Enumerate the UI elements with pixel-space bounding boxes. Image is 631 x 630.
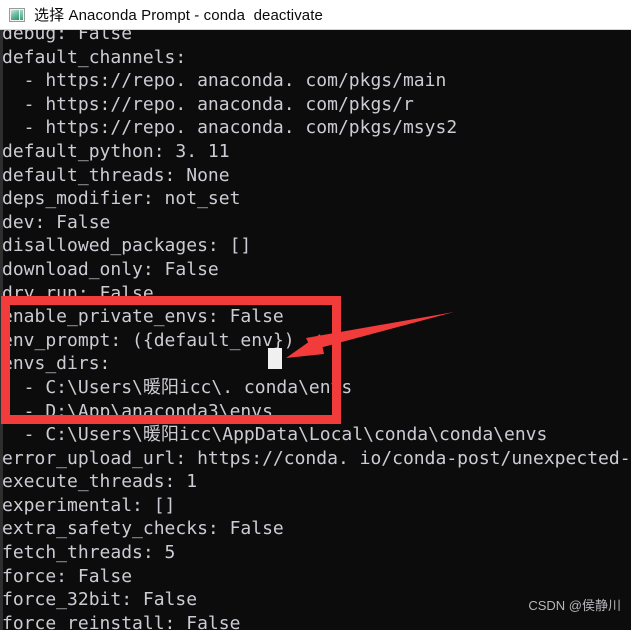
window-titlebar: 选择 Anaconda Prompt - conda deactivate xyxy=(0,0,631,30)
console-line: default_python: 3. 11 xyxy=(2,140,230,162)
window-title: 选择 Anaconda Prompt - conda deactivate xyxy=(34,7,323,24)
watermark: CSDN @侯静川 xyxy=(528,598,621,613)
console-line: enable_private_envs: False xyxy=(2,306,284,328)
text-cursor xyxy=(268,348,282,369)
console-line: deps_modifier: not_set xyxy=(2,188,241,210)
console-line: - C:\Users\暖阳icc\AppData\Local\conda\con… xyxy=(2,424,548,446)
console-line: extra_safety_checks: False xyxy=(2,518,284,540)
console-line: - D:\App\anaconda3\envs xyxy=(2,400,273,422)
console-line: env_prompt: ({default_env}) xyxy=(2,329,295,351)
console-line: debug: False xyxy=(2,30,133,44)
console-line: default_channels: xyxy=(2,46,187,68)
console-line: force_reinstall: False xyxy=(2,612,241,630)
console-icon-bar xyxy=(20,9,23,20)
console-icon-screen xyxy=(11,9,19,20)
console-line: error_upload_url: https://conda. io/cond… xyxy=(2,447,631,469)
console-window-icon xyxy=(9,7,25,22)
console-line: experimental: [] xyxy=(2,494,176,516)
console-line: dry_run: False xyxy=(2,282,154,304)
console-line: download_only: False xyxy=(2,258,219,280)
console-line: envs_dirs: xyxy=(2,353,111,375)
console-line: default_threads: None xyxy=(2,164,230,186)
console-line: disallowed_packages: [] xyxy=(2,235,252,257)
console-output-area[interactable]: debug: False default_channels: - https://… xyxy=(0,30,631,630)
console-line: fetch_threads: 5 xyxy=(2,542,176,564)
console-line: - https://repo. anaconda. com/pkgs/r xyxy=(2,93,414,115)
console-line: - https://repo. anaconda. com/pkgs/msys2 xyxy=(2,117,458,139)
console-line: force: False xyxy=(2,565,133,587)
console-line-list: debug: False default_channels: - https://… xyxy=(2,30,631,630)
terminal-window: 选择 Anaconda Prompt - conda deactivate de… xyxy=(0,0,631,630)
console-line: dev: False xyxy=(2,211,111,233)
console-line: - C:\Users\暖阳icc\. conda\envs xyxy=(2,376,353,398)
console-line: - https://repo. anaconda. com/pkgs/main xyxy=(2,70,447,92)
console-line: execute_threads: 1 xyxy=(2,471,198,493)
